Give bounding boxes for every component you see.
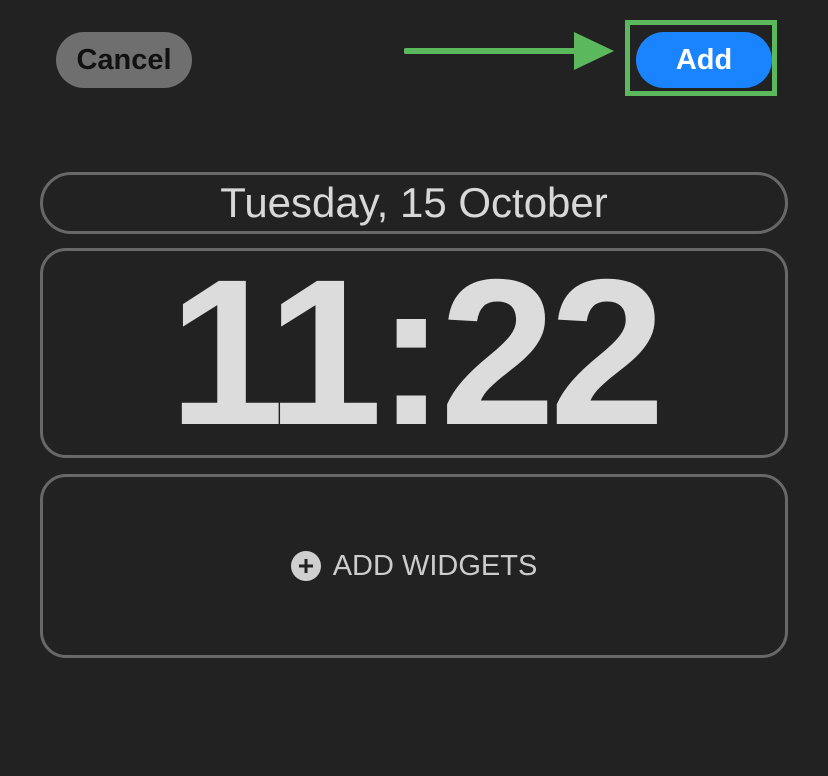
clock-widget[interactable]: 11:22 bbox=[40, 237, 788, 469]
add-widgets-label: ADD WIDGETS bbox=[332, 549, 538, 582]
arrow-right-icon bbox=[404, 32, 614, 70]
time-label: 11:22 bbox=[168, 236, 666, 469]
cancel-button[interactable]: Cancel bbox=[56, 32, 192, 88]
add-button[interactable]: Add bbox=[636, 32, 772, 88]
add-widgets-button[interactable]: ADD WIDGETS bbox=[40, 474, 788, 658]
date-label: Tuesday, 15 October bbox=[220, 179, 608, 226]
customize-lock-screen: Cancel Add Tuesday, 15 October 11:22 ADD… bbox=[0, 0, 828, 776]
plus-circle-icon bbox=[290, 551, 321, 581]
date-widget[interactable]: Tuesday, 15 October bbox=[40, 172, 788, 234]
